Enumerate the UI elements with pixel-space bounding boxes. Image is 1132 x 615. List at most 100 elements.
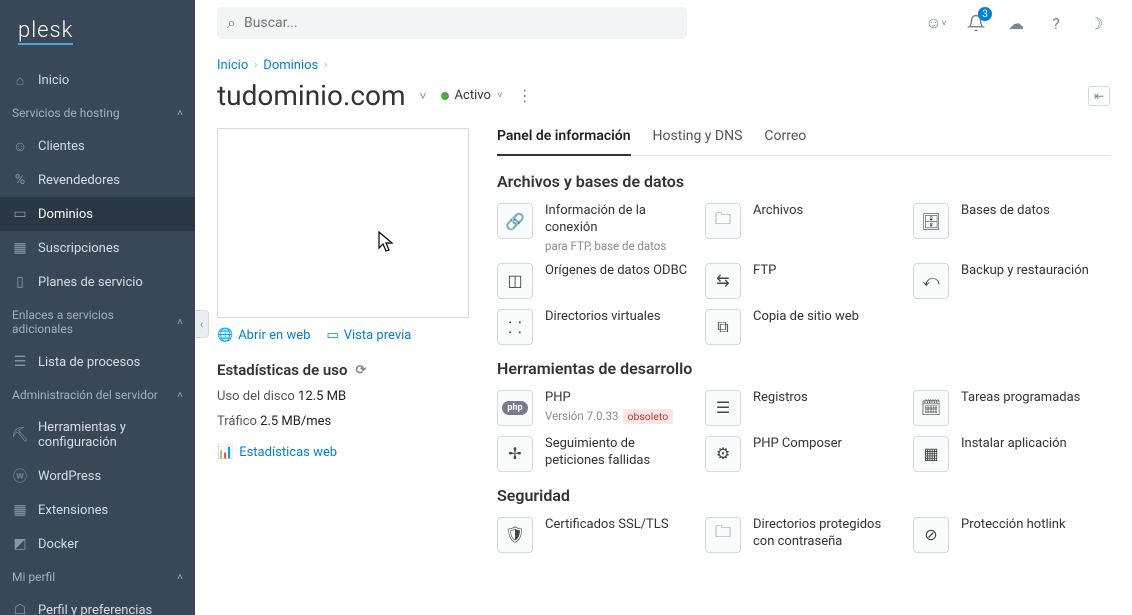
nav-section-profile[interactable]: Mi perfil˄ (0, 561, 195, 593)
nav-label: WordPress (38, 469, 101, 484)
card-backup[interactable]: ⤺Backup y restauración (913, 263, 1111, 299)
card-ftp[interactable]: ⇆FTP (705, 263, 903, 299)
breadcrumb: Inicio › Dominios › (217, 58, 1110, 73)
nav-home[interactable]: ⌂Inicio (0, 63, 195, 97)
database-icon: 🗄 (913, 203, 949, 239)
chevron-up-icon: ˄ (177, 108, 183, 119)
section-dev-tools: Herramientas de desarrollo (497, 359, 1111, 378)
overview-column: 🌐Abrir en web ▭Vista previa Estadísticas… (217, 128, 469, 563)
nav-tools-settings[interactable]: ⛏Herramientas y configuración (0, 411, 195, 459)
main: ⌕ ☺ ˅ 3 ☁ ? ☽ Inicio › Dominios › tudomi… (195, 0, 1132, 615)
card-hotlink[interactable]: ⊘Protección hotlink (913, 517, 1111, 553)
page-title-row: tudominio.com ˅ Activo ˅ ⋮ ⇤ (217, 79, 1110, 112)
docker-icon: ◩ (12, 536, 28, 552)
nav-resellers[interactable]: % Revendedores (0, 163, 195, 197)
status-dot-icon (441, 92, 449, 100)
section-security: Seguridad (497, 486, 1111, 505)
obsolete-badge: obsoleto (623, 409, 674, 424)
notification-badge: 3 (978, 7, 992, 21)
content: Inicio › Dominios › tudominio.com ˅ Acti… (195, 46, 1132, 615)
card-ssl[interactable]: 🛡Certificados SSL/TLS (497, 517, 695, 553)
globe-icon: 🌐 (217, 328, 233, 343)
nav-subscriptions[interactable]: ▦Suscripciones (0, 231, 195, 265)
nav-domains[interactable]: ▭Dominios (0, 197, 195, 231)
breadcrumb-domains[interactable]: Dominios (263, 58, 318, 73)
link-icon: 🔗 (497, 203, 533, 239)
nav-wordpress[interactable]: ⓦ WordPress (0, 459, 195, 493)
tab-info[interactable]: Panel de información (497, 128, 631, 156)
chevron-up-icon: ˄ (177, 572, 183, 583)
web-stats-link[interactable]: 📊Estadísticas web (217, 445, 337, 460)
id-icon: ☖ (12, 602, 28, 615)
nav-section-additional[interactable]: Enlaces a servicios adicionales˄ (0, 299, 195, 345)
nav-label: Revendedores (38, 173, 120, 188)
odbc-icon: ◫ (497, 263, 533, 299)
user-menu[interactable]: ☺ ˅ (922, 9, 950, 37)
chevron-up-icon: ˄ (177, 317, 183, 328)
search-icon: ⌕ (227, 13, 236, 33)
card-install-app[interactable]: ▦Instalar aplicación (913, 436, 1111, 472)
user-icon: ☺ (12, 138, 28, 154)
apps-icon: ▦ (913, 436, 949, 472)
refresh-icon[interactable]: ⟳ (356, 363, 367, 378)
sidebar-collapse-handle[interactable]: ‹ (195, 310, 209, 338)
card-odbc[interactable]: ◫Orígenes de datos ODBC (497, 263, 695, 299)
card-composer[interactable]: ⚙PHP Composer (705, 436, 903, 472)
wordpress-icon: ⓦ (12, 468, 28, 484)
toggle-panel-icon[interactable]: ⇤ (1088, 86, 1110, 106)
nav-label: Herramientas y configuración (38, 420, 183, 450)
nav-section-server[interactable]: Administración del servidor˄ (0, 379, 195, 411)
traffic-usage: Tráfico 2.5 MB/mes (217, 414, 469, 429)
nav-extensions[interactable]: ▦Extensiones (0, 493, 195, 527)
status-selector[interactable]: Activo ˅ (441, 88, 503, 103)
topbar: ⌕ ☺ ˅ 3 ☁ ? ☽ (195, 0, 1132, 46)
breadcrumb-home[interactable]: Inicio (217, 58, 248, 73)
percent-icon: % (12, 172, 28, 188)
usage-stats-heading: Estadísticas de uso ⟳ (217, 361, 469, 379)
list-icon: ☰ (705, 390, 741, 426)
card-site-copy[interactable]: ⧉Copia de sitio web (705, 309, 903, 345)
card-files[interactable]: 🗀Archivos (705, 203, 903, 253)
theme-icon[interactable]: ☽ (1082, 9, 1110, 37)
nav-process-list[interactable]: ☰ Lista de procesos (0, 345, 195, 379)
card-scheduled-tasks[interactable]: 🗓Tareas programadas (913, 390, 1111, 426)
card-protected-dirs[interactable]: 🗀Directorios protegidos con contraseña (705, 517, 903, 553)
card-failed-requests[interactable]: ✢Seguimiento de peticiones fallidas (497, 436, 695, 472)
list-icon: ☰ (12, 354, 28, 370)
card-virtual-dirs[interactable]: ⸬Directorios virtuales (497, 309, 695, 345)
notifications-icon[interactable]: 3 (962, 9, 990, 37)
main-panel: Panel de información Hosting y DNS Corre… (497, 128, 1111, 563)
lock-folder-icon: 🗀 (705, 517, 741, 553)
composer-icon: ⚙ (705, 436, 741, 472)
hotlink-icon: ⊘ (913, 517, 949, 553)
more-actions[interactable]: ⋮ (517, 86, 533, 105)
card-php[interactable]: phpPHPVersión 7.0.33obsoleto (497, 390, 695, 426)
backup-icon: ⤺ (913, 263, 949, 299)
chevron-up-icon: ˄ (177, 390, 183, 401)
nav-label: Docker (38, 537, 79, 552)
ftp-icon: ⇆ (705, 263, 741, 299)
site-preview[interactable] (217, 128, 469, 318)
search-box[interactable]: ⌕ (217, 7, 687, 39)
domain-dropdown[interactable]: ˅ (420, 89, 427, 103)
nav-section-hosting[interactable]: Servicios de hosting˄ (0, 97, 195, 129)
nav-service-plans[interactable]: ▯Planes de servicio (0, 265, 195, 299)
nav-docker[interactable]: ◩ Docker (0, 527, 195, 561)
tab-mail[interactable]: Correo (764, 128, 806, 155)
cloud-icon[interactable]: ☁ (1002, 9, 1030, 37)
cursor-icon (378, 231, 396, 258)
card-logs[interactable]: ☰Registros (705, 390, 903, 426)
nav-label: Lista de procesos (38, 355, 140, 370)
nav-profile-prefs[interactable]: ☖Perfil y preferencias (0, 593, 195, 615)
nav-clients[interactable]: ☺Clientes (0, 129, 195, 163)
grid-icon: ▦ (12, 240, 28, 256)
open-in-web-link[interactable]: 🌐Abrir en web (217, 328, 310, 343)
tab-hosting-dns[interactable]: Hosting y DNS (653, 128, 743, 155)
card-databases[interactable]: 🗄Bases de datos (913, 203, 1111, 253)
card-connection-info[interactable]: 🔗Información de la conexiónpara FTP, bas… (497, 203, 695, 253)
help-icon[interactable]: ? (1042, 9, 1070, 37)
search-input[interactable] (244, 15, 677, 31)
preview-link[interactable]: ▭Vista previa (326, 328, 411, 343)
nav-label: Extensiones (38, 503, 108, 518)
section-files-db: Archivos y bases de datos (497, 172, 1111, 191)
